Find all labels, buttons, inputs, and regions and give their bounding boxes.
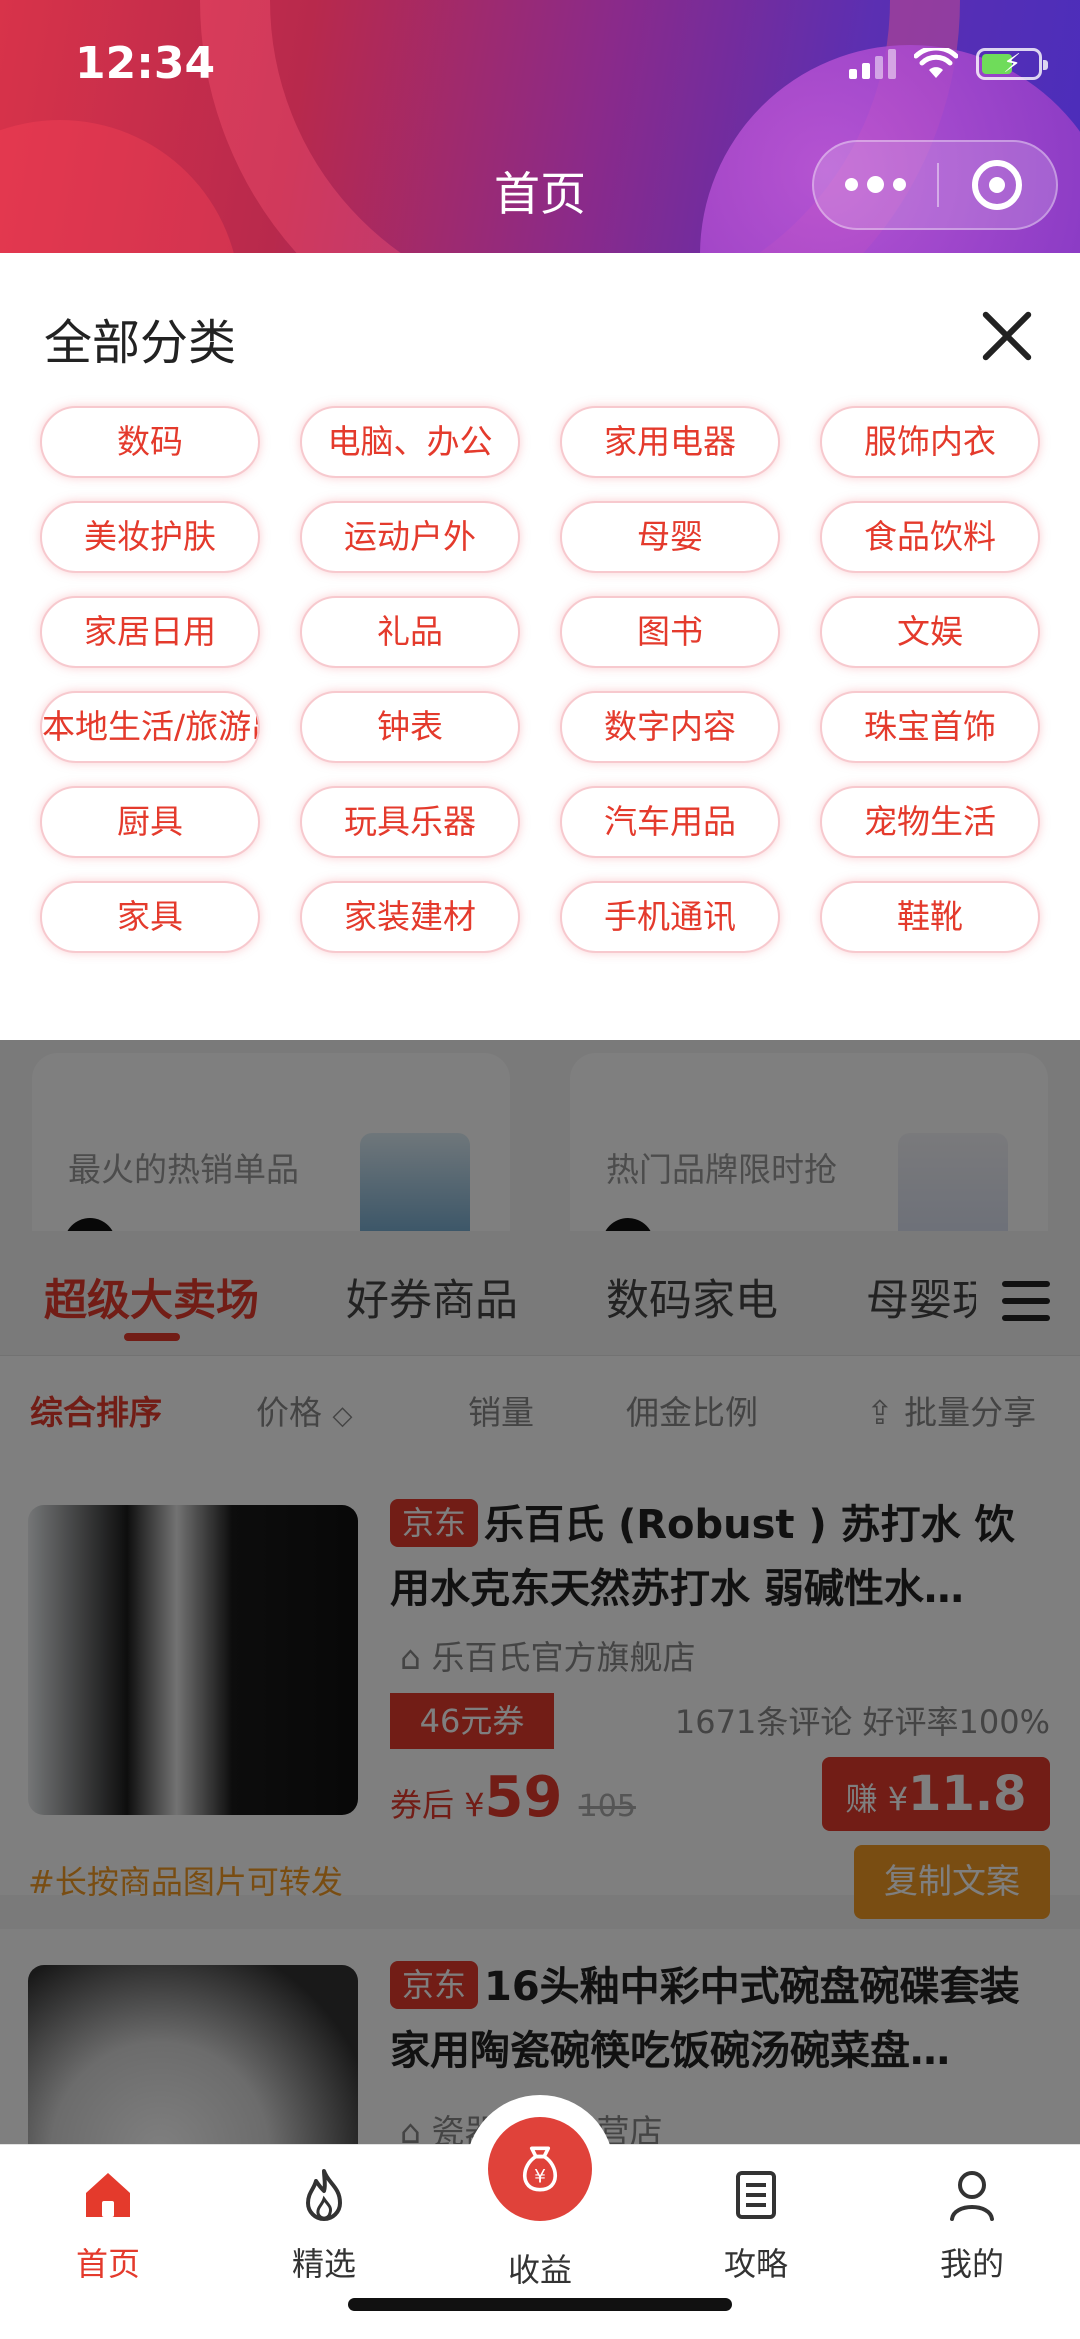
category-chip[interactable]: 宠物生活 (820, 786, 1040, 858)
status-time: 12:34 (75, 38, 216, 89)
category-chip[interactable]: 家装建材 (300, 881, 520, 953)
status-icons: ⚡ (849, 48, 1048, 80)
category-chip[interactable]: 家用电器 (560, 406, 780, 478)
category-chip[interactable]: 文娱 (820, 596, 1040, 668)
category-panel: 全部分类 数码 电脑、办公 家用电器 服饰内衣 美妆护肤 运动户外 母婴 食品饮… (0, 253, 1080, 1040)
category-chip[interactable]: 家居日用 (40, 596, 260, 668)
category-chip[interactable]: 玩具乐器 (300, 786, 520, 858)
category-chip[interactable]: 母婴 (560, 501, 780, 573)
panel-title: 全部分类 (44, 315, 237, 371)
home-indicator[interactable] (348, 2298, 732, 2311)
category-chip[interactable]: 家具 (40, 881, 260, 953)
category-chip[interactable]: 数字内容 (560, 691, 780, 763)
category-chip[interactable]: 数码 (40, 406, 260, 478)
money-bag-icon: ¥ (488, 2117, 592, 2221)
category-chip[interactable]: 钟表 (300, 691, 520, 763)
close-miniprogram-button[interactable] (939, 160, 1056, 210)
nav-home-label: 首页 (75, 2245, 140, 2283)
nav-featured-label: 精选 (291, 2245, 356, 2283)
nav-earnings-label: 收益 (507, 2251, 572, 2289)
category-chip[interactable]: 厨具 (40, 786, 260, 858)
category-chip[interactable]: 汽车用品 (560, 786, 780, 858)
miniprogram-capsule (812, 140, 1058, 230)
category-chip[interactable]: 食品饮料 (820, 501, 1040, 573)
nav-mine-label: 我的 (939, 2245, 1004, 2283)
target-icon (972, 160, 1023, 210)
header: 12:34 ⚡ 首页 (0, 0, 1080, 253)
category-chip[interactable]: 电脑、办公 (300, 406, 520, 478)
battery-icon: ⚡ (976, 48, 1048, 80)
nav-home[interactable]: 首页 (38, 2165, 178, 2285)
nav-featured[interactable]: 精选 (254, 2165, 394, 2285)
category-chip[interactable]: 珠宝首饰 (820, 691, 1040, 763)
more-button[interactable] (814, 175, 937, 193)
category-chip[interactable]: 手机通讯 (560, 881, 780, 953)
category-chip[interactable]: 本地生活/旅游出行 (40, 691, 260, 763)
nav-mine[interactable]: 我的 (902, 2165, 1042, 2285)
close-icon[interactable] (978, 307, 1036, 365)
page: 12:34 ⚡ 首页 最火的热销单品 › (0, 0, 1080, 2339)
svg-text:¥: ¥ (534, 2166, 546, 2187)
category-chip[interactable]: 图书 (560, 596, 780, 668)
category-chip[interactable]: 美妆护肤 (40, 501, 260, 573)
nav-earnings[interactable]: ¥ (466, 2095, 614, 2243)
nav-guide-label: 攻略 (723, 2245, 788, 2283)
wifi-icon (914, 48, 958, 78)
modal-overlay[interactable] (0, 1040, 1080, 2144)
user-icon (950, 2171, 994, 2221)
notebook-icon (736, 2171, 776, 2219)
flame-icon (306, 2169, 342, 2221)
category-chip[interactable]: 运动户外 (300, 501, 520, 573)
category-chip[interactable]: 鞋靴 (820, 881, 1040, 953)
category-chip[interactable]: 服饰内衣 (820, 406, 1040, 478)
category-chip[interactable]: 礼品 (300, 596, 520, 668)
home-icon (86, 2173, 130, 2217)
nav-guide[interactable]: 攻略 (686, 2165, 826, 2285)
signal-icon (849, 49, 896, 79)
